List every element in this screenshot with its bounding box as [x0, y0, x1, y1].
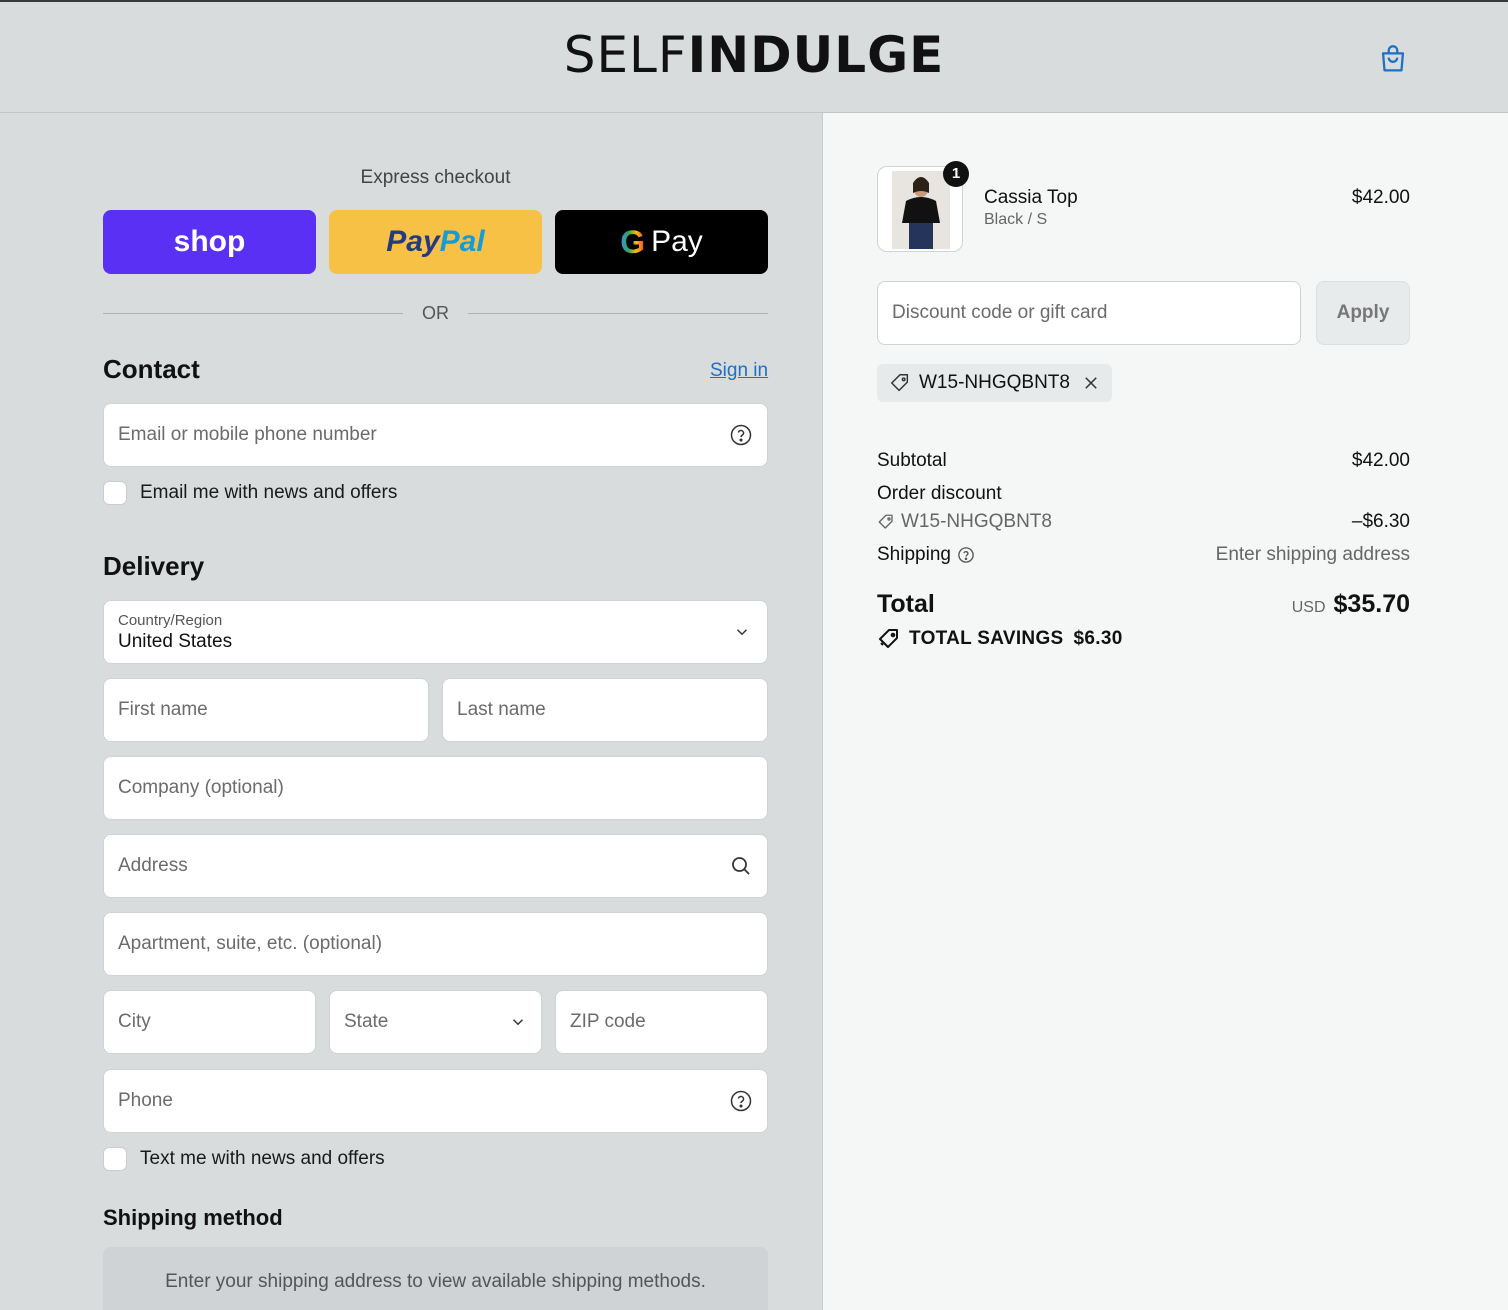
paypal-button[interactable]: Pay Pal	[329, 210, 542, 274]
email-opt-in[interactable]: Email me with news and offers	[103, 481, 397, 505]
sms-opt-in[interactable]: Text me with news and offers	[103, 1147, 385, 1171]
brand-logo[interactable]: SELFINDULGE	[0, 26, 1508, 84]
product-price: $42.00	[1351, 187, 1410, 208]
subtotal-value: $42.00	[1351, 450, 1410, 471]
shopping-bag-icon[interactable]	[1376, 42, 1410, 76]
google-g-icon: G	[620, 223, 646, 260]
help-circle-icon[interactable]	[729, 1089, 753, 1113]
quantity-badge: 1	[943, 161, 969, 187]
order-discount-label: Order discount	[877, 483, 1002, 504]
email-field[interactable]: Email or mobile phone number	[103, 403, 768, 467]
contact-title: Contact	[103, 354, 200, 384]
tag-icon	[878, 514, 893, 529]
google-pay-button[interactable]: G Pay	[555, 210, 768, 274]
checkout-form-panel: Express checkout shop Pay Pal G Pay OR Con…	[0, 113, 822, 1310]
remove-discount-icon[interactable]	[1082, 374, 1100, 392]
site-header: SELFINDULGE	[0, 0, 1508, 113]
shipping-method-title: Shipping method	[103, 1205, 283, 1230]
email-opt-in-checkbox[interactable]	[103, 481, 127, 505]
state-select[interactable]: State	[329, 990, 542, 1054]
tag-icon	[891, 374, 909, 392]
address-field[interactable]: Address	[103, 834, 768, 898]
discount-code-input[interactable]: Discount code or gift card	[877, 281, 1301, 345]
sms-opt-in-checkbox[interactable]	[103, 1147, 127, 1171]
shipping-value: Enter shipping address	[1215, 544, 1410, 565]
subtotal-label: Subtotal	[877, 450, 947, 471]
express-checkout-title: Express checkout	[360, 167, 511, 188]
help-circle-icon[interactable]	[729, 423, 753, 447]
order-discount-value: –$6.30	[1351, 511, 1410, 532]
apply-discount-button[interactable]: Apply	[1316, 281, 1410, 345]
shop-pay-button[interactable]: shop	[103, 210, 316, 274]
company-field[interactable]: Company (optional)	[103, 756, 768, 820]
applied-discount-chip: W15-NHGQBNT8	[877, 364, 1112, 402]
total-savings: TOTAL SAVINGS $6.30	[877, 627, 1123, 651]
chevron-down-icon	[736, 629, 748, 636]
apartment-field[interactable]: Apartment, suite, etc. (optional)	[103, 912, 768, 976]
phone-field[interactable]: Phone	[103, 1069, 768, 1133]
product-variant: Black / S	[984, 211, 1048, 228]
search-icon	[732, 857, 750, 875]
delivery-title: Delivery	[103, 551, 205, 581]
product-name: Cassia Top	[984, 187, 1078, 208]
shipping-row-label: Shipping	[877, 544, 975, 566]
shipping-method-notice: Enter your shipping address to view avai…	[103, 1247, 768, 1310]
country-select[interactable]: Country/Region United States	[103, 600, 768, 664]
or-divider: OR	[103, 303, 768, 323]
tags-icon	[879, 629, 898, 648]
last-name-field[interactable]: Last name	[442, 678, 768, 742]
help-circle-icon[interactable]	[957, 546, 975, 564]
order-summary-panel: 1 Cassia Top Black / S $42.00 Discount c…	[822, 113, 1508, 1310]
sign-in-link[interactable]: Sign in	[710, 360, 768, 382]
total-value: USD $35.70	[1291, 590, 1410, 618]
total-label: Total	[877, 590, 935, 618]
chevron-down-icon	[512, 1019, 524, 1026]
city-field[interactable]: City	[103, 990, 316, 1054]
order-discount-code: W15-NHGQBNT8	[877, 511, 1052, 533]
first-name-field[interactable]: First name	[103, 678, 429, 742]
zip-field[interactable]: ZIP code	[555, 990, 768, 1054]
